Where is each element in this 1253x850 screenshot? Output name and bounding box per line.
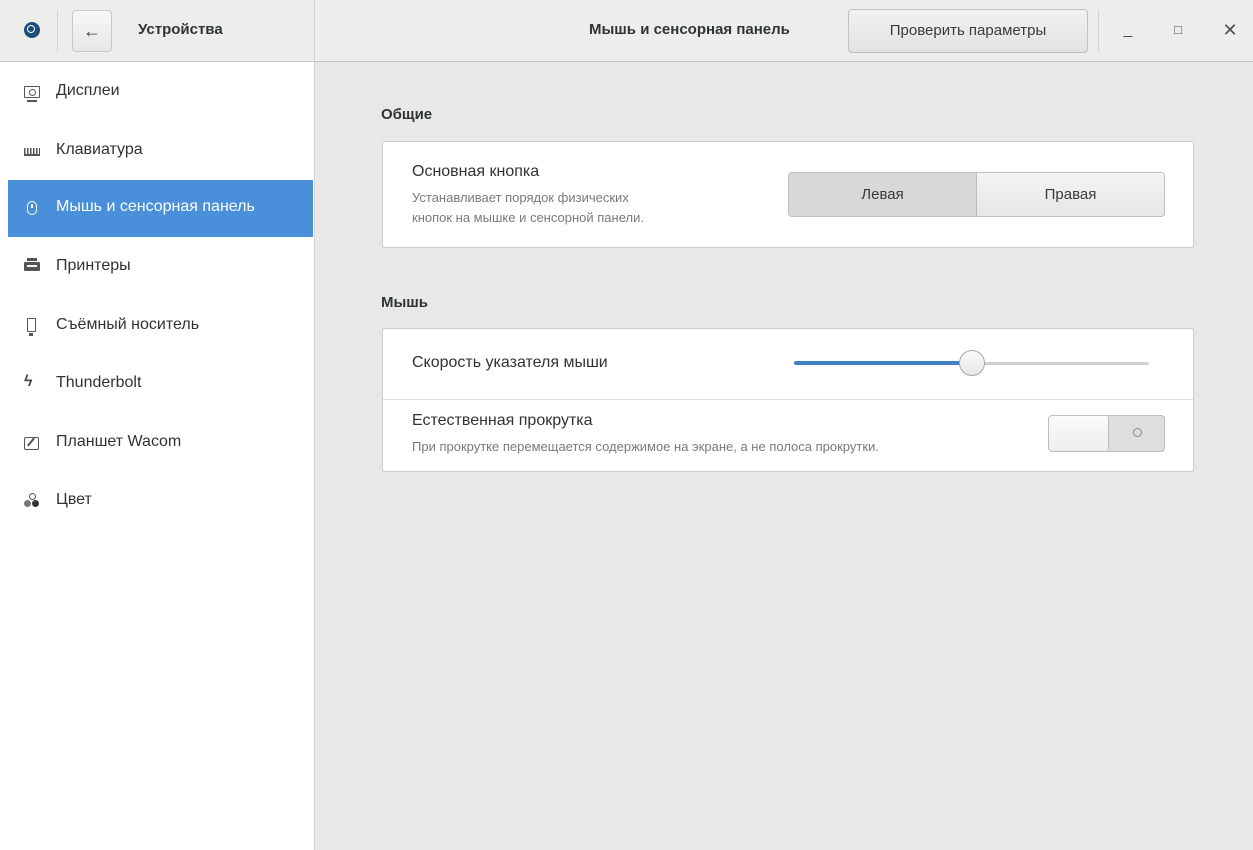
sidebar-item-label: Планшет Wacom (56, 433, 182, 450)
sidebar-item-label: Мышь и сенсорная панель (56, 198, 255, 215)
settings-app-icon (24, 22, 40, 38)
natural-scrolling-switch[interactable] (1048, 415, 1165, 452)
sidebar-item-wacom-tablet[interactable]: Планшет Wacom (8, 415, 313, 472)
minimize-button[interactable]: _ (1116, 18, 1140, 42)
switch-knob (1049, 416, 1109, 451)
sidebar-item-thunderbolt[interactable]: ϟ Thunderbolt (8, 356, 313, 413)
sidebar-item-printers[interactable]: Принтеры (8, 239, 313, 296)
primary-button-selector: Левая Правая (788, 172, 1165, 217)
sidebar: Дисплеи Клавиатура Мышь и сенсорная пане… (0, 62, 315, 850)
header-separator (1098, 10, 1099, 52)
sidebar-item-color[interactable]: Цвет (8, 473, 313, 530)
pointer-speed-slider-handle[interactable] (958, 350, 985, 376)
right-button-option[interactable]: Правая (977, 173, 1164, 216)
maximize-button[interactable]: □ (1166, 18, 1190, 42)
pointer-speed-title: Скорость указателя мыши (412, 354, 608, 371)
general-frame: Основная кнопка Устанавливает порядок фи… (382, 141, 1194, 248)
close-button[interactable]: ✕ (1218, 18, 1242, 42)
sidebar-item-label: Thunderbolt (56, 374, 142, 391)
sidebar-item-label: Съёмный носитель (56, 316, 200, 333)
back-button[interactable]: ← (72, 10, 112, 52)
sidebar-item-mouse-touchpad[interactable]: Мышь и сенсорная панель (8, 180, 313, 237)
sidebar-item-label: Цвет (56, 491, 92, 508)
sidebar-item-label: Принтеры (56, 257, 131, 274)
header-left-pane: ← Устройства (0, 0, 315, 61)
removable-media-icon (27, 318, 36, 336)
test-settings-button[interactable]: Проверить параметры (848, 9, 1088, 53)
sidebar-item-removable-media[interactable]: Съёмный носитель (8, 298, 313, 355)
switch-off-icon (1133, 428, 1142, 437)
sidebar-item-label: Дисплеи (56, 82, 120, 99)
primary-button-title: Основная кнопка (412, 163, 540, 180)
display-icon (24, 86, 40, 102)
natural-scrolling-description: При прокрутке перемещается содержимое на… (412, 439, 879, 454)
thunderbolt-icon: ϟ (24, 373, 33, 390)
header-separator (57, 10, 58, 52)
sidebar-item-label: Клавиатура (56, 141, 143, 158)
settings-window: ← Устройства Мышь и сенсорная панель Про… (0, 0, 1253, 850)
description-line: Устанавливает порядок физических (412, 190, 629, 205)
mouse-frame: Скорость указателя мыши Естественная про… (382, 328, 1194, 472)
printer-icon (24, 258, 40, 271)
natural-scrolling-title: Естественная прокрутка (412, 412, 593, 429)
row-divider (383, 399, 1193, 400)
mouse-icon (27, 201, 37, 215)
header-bar: ← Устройства Мышь и сенсорная панель Про… (0, 0, 1253, 62)
left-button-option[interactable]: Левая (789, 173, 977, 216)
sidebar-item-displays[interactable]: Дисплеи (8, 64, 313, 121)
pointer-speed-fill (794, 361, 972, 365)
page-title: Мышь и сенсорная панель (589, 21, 790, 38)
color-icon (24, 493, 40, 509)
description-line: кнопок на мышке и сенсорной панели. (412, 210, 644, 225)
panel-group-title: Устройства (138, 21, 223, 38)
primary-button-description: Устанавливает порядок физических кнопок … (412, 188, 644, 228)
section-title-general: Общие (381, 106, 433, 123)
sidebar-item-keyboard[interactable]: Клавиатура (8, 123, 313, 180)
section-title-mouse: Мышь (381, 294, 429, 311)
tablet-icon (24, 437, 39, 450)
keyboard-icon (24, 148, 40, 156)
